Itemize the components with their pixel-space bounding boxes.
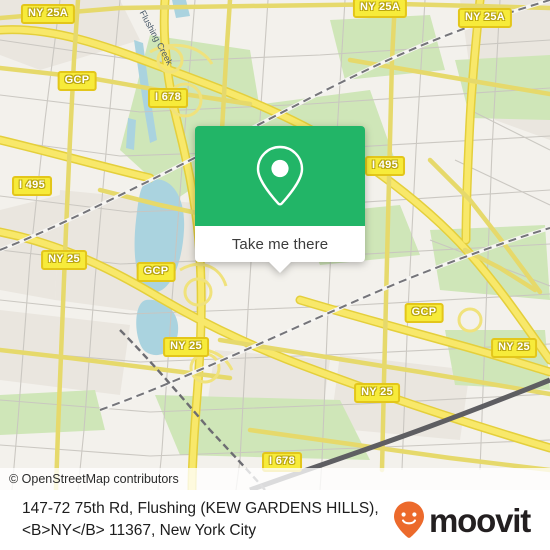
map-canvas[interactable]: NY 25A NY 25A NY 25A GCP I 678 I 495 I 495 NY 2… — [0, 0, 550, 490]
take-me-there-label: Take me there — [231, 235, 329, 253]
popup-header — [195, 126, 365, 226]
footer-bar: 147-72 75th Rd, Flushing (KEW GARDENS HI… — [0, 490, 550, 550]
moovit-wordmark: moovit — [429, 501, 531, 539]
attribution-text: © OpenStreetMap contributors — [9, 472, 179, 486]
highway-shield: NY 25A — [352, 0, 408, 18]
moovit-logo[interactable]: moovit — [392, 500, 536, 540]
map-pin-icon — [256, 145, 304, 206]
highway-shield: I 678 — [148, 88, 188, 108]
address-line-1: 147-72 75th Rd, Flushing (KEW GARDENS HI… — [22, 500, 379, 517]
popup-footer[interactable]: Take me there — [195, 226, 365, 262]
address-text: 147-72 75th Rd, Flushing (KEW GARDENS HI… — [22, 498, 392, 542]
highway-shield: GCP — [136, 262, 176, 282]
moovit-pin-icon — [394, 501, 425, 538]
address-line-2: <B>NY</B> 11367, New York City — [22, 522, 257, 539]
moovit-location-screenshot: NY 25A NY 25A NY 25A GCP I 678 I 495 I 495 NY 2… — [0, 0, 550, 550]
highway-shield: GCP — [404, 303, 444, 323]
popup-pointer — [269, 262, 291, 273]
highway-shield: NY 25 — [41, 250, 87, 270]
location-popup-card[interactable]: Take me there — [195, 126, 365, 273]
highway-shield: NY 25 — [163, 337, 209, 357]
highway-shield: I 495 — [12, 176, 52, 196]
highway-shield: GCP — [57, 71, 97, 91]
highway-shield: I 495 — [365, 156, 405, 176]
map-attribution-bar: © OpenStreetMap contributors — [0, 468, 550, 490]
highway-shield: NY 25A — [457, 8, 513, 28]
highway-shield: NY 25 — [354, 383, 400, 403]
highway-shield: NY 25A — [20, 4, 76, 24]
highway-shield: NY 25 — [491, 338, 537, 358]
